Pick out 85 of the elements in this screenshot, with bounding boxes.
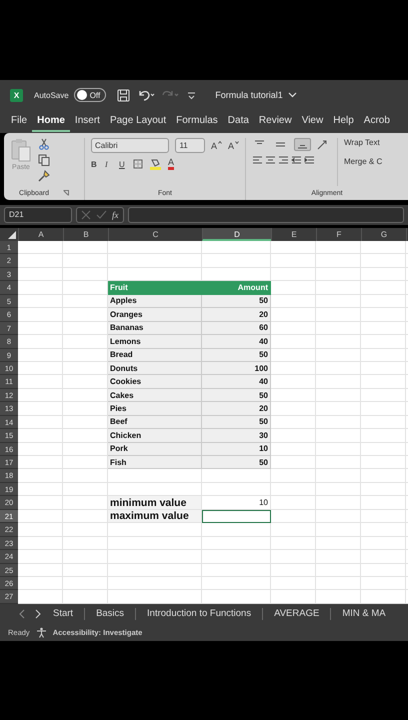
customize-icon[interactable] <box>187 90 196 100</box>
accessibility-icon[interactable] <box>36 626 47 638</box>
ribbon-tab[interactable]: Acrob <box>358 112 395 132</box>
merge-button[interactable]: Merge & C <box>344 157 382 166</box>
name-box[interactable]: D21 <box>4 207 72 223</box>
font-size-dropdown[interactable]: 11 <box>175 138 205 153</box>
excel-logo: X <box>10 88 23 102</box>
autosave-label: AutoSave <box>34 90 69 100</box>
align-icon <box>275 140 286 149</box>
cancel-icon[interactable] <box>81 210 91 220</box>
table-cell: maximum value <box>108 510 202 524</box>
fill-color-icon[interactable] <box>149 158 162 170</box>
table-cell: 50 <box>202 348 271 362</box>
table-cell: Cookies <box>108 375 202 389</box>
check-icon[interactable] <box>96 210 107 220</box>
table-cell: Apples <box>108 294 202 308</box>
copy-icon[interactable] <box>38 154 50 166</box>
table-cell: Fish <box>108 456 202 470</box>
table-cell: 50 <box>202 388 271 402</box>
ribbon-tab[interactable]: View <box>296 112 328 132</box>
table-cell: Lemons <box>108 335 202 348</box>
align-button[interactable] <box>294 138 311 151</box>
selected-cell[interactable] <box>202 510 271 524</box>
table-cell: 60 <box>202 322 271 336</box>
table-cell: Bread <box>108 348 202 362</box>
ribbon-tab[interactable]: Page Layout <box>104 112 172 132</box>
table-cell: Cakes <box>108 388 202 402</box>
table-cell: 10 <box>202 496 271 510</box>
table-cell: Donuts <box>108 362 202 376</box>
font-color-button[interactable]: A <box>168 158 174 170</box>
table-cell: Beef <box>108 416 202 430</box>
previous-sheet-icon[interactable] <box>18 608 26 619</box>
table-cell: 100 <box>202 362 271 376</box>
formula-input[interactable] <box>128 207 404 223</box>
table-cell: 10 <box>202 442 271 456</box>
table-cell: 50 <box>202 456 271 470</box>
ribbon-tab[interactable]: Insert <box>70 112 105 132</box>
borders-icon[interactable] <box>133 159 143 169</box>
scissors-icon[interactable] <box>38 138 50 150</box>
table-cell: 50 <box>202 416 271 430</box>
autosave-toggle[interactable]: Off <box>74 88 106 102</box>
caret-down-icon <box>235 140 239 144</box>
ribbon-tab[interactable]: File <box>6 112 32 132</box>
document-title[interactable]: Formula tutorial1 <box>215 90 283 100</box>
ribbon-tab[interactable]: Review <box>254 112 297 132</box>
undo-icon[interactable] <box>137 89 156 101</box>
table-cell: Pork <box>108 442 202 456</box>
chevron-down-icon[interactable] <box>288 92 297 98</box>
wrap-text-button[interactable]: Wrap Text <box>344 138 382 147</box>
ribbon-tab[interactable]: Formulas <box>171 112 223 132</box>
triangle-icon <box>8 231 16 239</box>
table-cell: 20 <box>202 402 271 416</box>
table-cell: Pies <box>108 402 202 416</box>
sheet-tab[interactable]: MIN & MA <box>339 608 389 620</box>
table-cell: 50 <box>202 294 271 308</box>
caret-up-icon <box>218 140 222 144</box>
text-align-icons-drawing[interactable] <box>252 156 316 166</box>
brush-icon[interactable] <box>38 170 50 182</box>
column-header[interactable]: D <box>202 228 271 241</box>
sheet-tab[interactable]: Basics <box>93 608 128 620</box>
sheet-tab[interactable]: AVERAGE <box>271 608 322 620</box>
save-icon[interactable] <box>117 88 130 102</box>
table-cell: Chicken <box>108 429 202 443</box>
table-cell: Fruit <box>108 281 202 295</box>
italic-button[interactable]: I <box>105 160 113 168</box>
table-cell: 40 <box>202 335 271 348</box>
insert-function-button[interactable]: fx <box>112 210 118 220</box>
next-sheet-icon[interactable] <box>34 608 42 619</box>
table-cell: Oranges <box>108 308 202 322</box>
table-cell: minimum value <box>108 496 202 510</box>
table-cell: Amount <box>202 281 271 295</box>
sheet-tab[interactable]: Start <box>50 608 76 620</box>
sheet-tab[interactable]: Introduction to Functions <box>144 608 254 620</box>
grow-font-button[interactable]: A <box>210 140 222 150</box>
table-cell: 40 <box>202 375 271 389</box>
underline-button[interactable]: U <box>119 160 127 168</box>
bold-button[interactable]: B <box>91 160 99 168</box>
table-cell: Bananas <box>108 322 202 336</box>
table-cell: 30 <box>202 429 271 443</box>
launcher-icon[interactable] <box>62 190 69 196</box>
font-name-dropdown[interactable]: Calibri <box>91 138 170 153</box>
table-cell: 20 <box>202 308 271 322</box>
ribbon-tab[interactable]: Data <box>222 112 254 132</box>
ribbon-tab[interactable]: Help <box>328 112 359 132</box>
shrink-font-button[interactable]: A <box>228 140 239 150</box>
